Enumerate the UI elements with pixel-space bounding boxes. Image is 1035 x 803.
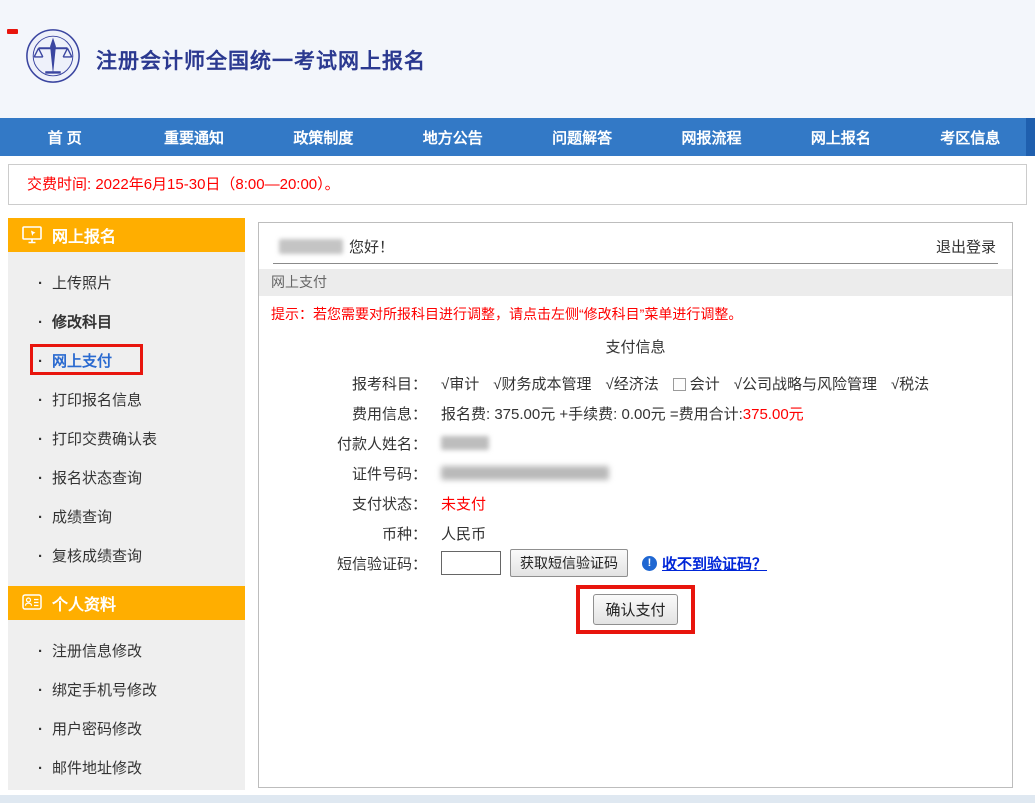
cicpa-logo-icon — [24, 27, 82, 85]
greeting-divider — [273, 263, 998, 264]
payer-name-redacted — [441, 436, 489, 450]
sidebar-item-print-registration[interactable]: ·打印报名信息 — [8, 381, 245, 420]
red-mark — [7, 29, 18, 34]
payer-label: 付款人姓名： — [259, 433, 427, 454]
nav-item-process[interactable]: 网报流程 — [647, 118, 776, 156]
status-label: 支付状态： — [259, 493, 427, 514]
adjustment-tip: 提示：若您需要对所报科目进行调整，请点击左侧“修改科目”菜单进行调整。 — [271, 304, 742, 324]
user-name-redacted — [279, 239, 343, 254]
currency-row: 币种： 人民币 — [259, 518, 1012, 548]
nav-end-cap — [1026, 118, 1035, 156]
nav-item-local-announcements[interactable]: 地方公告 — [388, 118, 517, 156]
sidebar-item-modify-password[interactable]: ·用户密码修改 — [8, 710, 245, 749]
page-header: 注册会计师全国统一考试网上报名 — [0, 0, 1035, 118]
info-icon: ! — [642, 556, 657, 571]
fee-total: 375.00元 — [743, 403, 804, 424]
sidebar-item-print-payment-confirmation[interactable]: ·打印交费确认表 — [8, 420, 245, 459]
nav-item-notices[interactable]: 重要通知 — [129, 118, 258, 156]
sidebar-item-modify-phone[interactable]: ·绑定手机号修改 — [8, 671, 245, 710]
status-row: 支付状态： 未支付 — [259, 488, 1012, 518]
main-nav: 首 页 重要通知 政策制度 地方公告 问题解答 网报流程 网上报名 考区信息 — [0, 118, 1035, 156]
sidebar-section-profile: 个人资料 — [8, 586, 245, 620]
sms-label: 短信验证码： — [259, 553, 427, 574]
id-card-icon — [22, 594, 42, 612]
main-panel: 您好！ 退出登录 网上支付 提示：若您需要对所报科目进行调整，请点击左侧“修改科… — [258, 222, 1013, 788]
sidebar-item-modify-subjects[interactable]: ·修改科目 — [8, 303, 245, 342]
id-number-redacted — [441, 466, 609, 480]
section-title-bar: 网上支付 — [259, 269, 1012, 296]
sidebar-item-modify-email[interactable]: ·邮件地址修改 — [8, 749, 245, 788]
footer-strip — [0, 795, 1035, 803]
sidebar-item-score-review-query[interactable]: ·复核成绩查询 — [8, 537, 245, 576]
subject-economic-law: √经济法 — [605, 373, 658, 394]
fee-value: 报名费: 375.00元 +手续费: 0.00元 =费用合计: 375.00元 — [441, 403, 1012, 424]
sidebar-item-registration-status[interactable]: ·报名状态查询 — [8, 459, 245, 498]
greeting-text: 您好！ — [349, 236, 394, 257]
sidebar-item-score-query[interactable]: ·成绩查询 — [8, 498, 245, 537]
nav-item-faq[interactable]: 问题解答 — [518, 118, 647, 156]
sms-code-input[interactable] — [441, 551, 501, 575]
subjects-value: √审计 √财务成本管理 √经济法 会计 √公司战略与风险管理 √税法 — [441, 373, 1012, 394]
currency-value: 人民币 — [441, 523, 1012, 544]
annotation-highlight-confirm: 确认支付 — [576, 585, 694, 634]
subject-financial-cost-management: √财务成本管理 — [493, 373, 591, 394]
fee-label: 费用信息： — [259, 403, 427, 424]
confirm-area: 确认支付 — [259, 585, 1012, 634]
sms-row: 短信验证码： 获取短信验证码 ! 收不到验证码？ — [259, 548, 1012, 578]
nav-item-home[interactable]: 首 页 — [0, 118, 129, 156]
subject-strategy-risk: √公司战略与风险管理 — [734, 373, 877, 394]
monitor-icon — [22, 226, 42, 244]
logout-link[interactable]: 退出登录 — [936, 236, 996, 257]
accounting-checkbox[interactable] — [673, 378, 686, 391]
payer-row: 付款人姓名： — [259, 428, 1012, 458]
subject-accounting: 会计 — [673, 373, 720, 394]
nav-item-registration[interactable]: 网上报名 — [776, 118, 905, 156]
sidebar-item-upload-photo[interactable]: ·上传照片 — [8, 264, 245, 303]
nav-item-exam-area[interactable]: 考区信息 — [906, 118, 1035, 156]
sms-help-link[interactable]: 收不到验证码？ — [662, 553, 767, 574]
sidebar-item-online-payment[interactable]: ·网上支付 — [8, 342, 245, 381]
payment-period-notice: 交费时间: 2022年6月15-30日（8:00—20:00）。 — [8, 164, 1027, 205]
greeting-row: 您好！ 退出登录 — [279, 233, 996, 259]
sidebar-item-modify-registration-info[interactable]: ·注册信息修改 — [8, 632, 245, 671]
sidebar-section-registration: 网上报名 — [8, 218, 245, 252]
currency-label: 币种： — [259, 523, 427, 544]
subject-tax-law: √税法 — [891, 373, 929, 394]
sidebar-section-title: 网上报名 — [52, 223, 116, 247]
sidebar-list-registration: ·上传照片 ·修改科目 ·网上支付 ·打印报名信息 ·打印交费确认表 ·报名状态… — [8, 252, 245, 576]
fee-breakdown: 报名费: 375.00元 +手续费: 0.00元 =费用合计: — [441, 403, 743, 424]
sidebar-list-profile: ·注册信息修改 ·绑定手机号修改 ·用户密码修改 ·邮件地址修改 — [8, 620, 245, 788]
sidebar: 网上报名 ·上传照片 ·修改科目 ·网上支付 ·打印报名信息 ·打印交费确认表 … — [8, 218, 245, 790]
get-sms-code-button[interactable]: 获取短信验证码 — [510, 549, 628, 577]
payment-info-title: 支付信息 — [259, 336, 1012, 357]
nav-item-policies[interactable]: 政策制度 — [259, 118, 388, 156]
subjects-row: 报考科目： √审计 √财务成本管理 √经济法 会计 √公司战略与风险管理 √税法 — [259, 368, 1012, 398]
payment-form: 报考科目： √审计 √财务成本管理 √经济法 会计 √公司战略与风险管理 √税法… — [259, 368, 1012, 578]
id-number-row: 证件号码： — [259, 458, 1012, 488]
id-number-label: 证件号码： — [259, 463, 427, 484]
subject-audit: √审计 — [441, 373, 479, 394]
confirm-payment-button[interactable]: 确认支付 — [593, 594, 677, 625]
subjects-label: 报考科目： — [259, 373, 427, 394]
status-value: 未支付 — [441, 493, 1012, 514]
page-title: 注册会计师全国统一考试网上报名 — [96, 45, 426, 75]
fee-row: 费用信息： 报名费: 375.00元 +手续费: 0.00元 =费用合计: 37… — [259, 398, 1012, 428]
sidebar-section-title: 个人资料 — [52, 591, 116, 615]
